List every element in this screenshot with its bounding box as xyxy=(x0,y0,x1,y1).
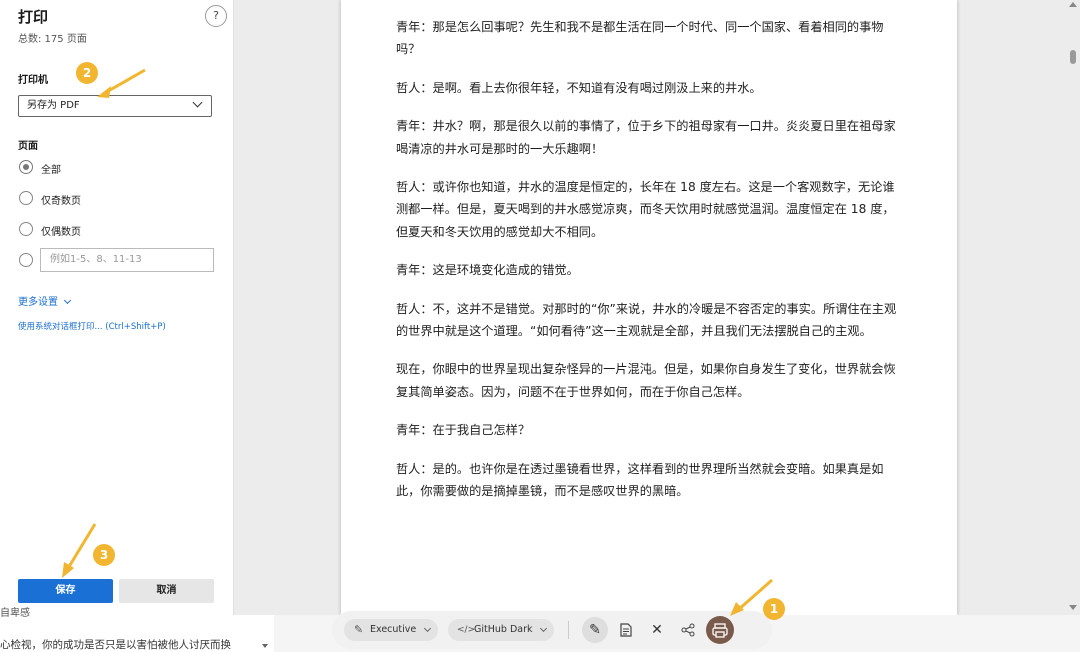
annotation-arrow-2 xyxy=(97,68,146,98)
preview-paragraph: 青年：井水？啊，那是很久以前的事情了，位于乡下的祖母家有一口井。炎炎夏日里在祖母… xyxy=(396,119,896,156)
pencil-icon[interactable]: ✎ xyxy=(582,617,608,643)
bottom-toolbar: ✎ Executive </> GitHub Dark ✎ ✕ xyxy=(332,611,772,649)
share-icon[interactable] xyxy=(675,617,701,643)
preview-paragraph: 哲人：不，这并不是错觉。对那时的“你”来说，井水的冷暖是不容否定的事实。所谓住在… xyxy=(396,301,897,338)
theme-select[interactable]: ✎ Executive xyxy=(344,619,438,641)
radio-all-label: 全部 xyxy=(41,165,61,176)
radio-odd[interactable] xyxy=(19,191,33,205)
printer-icon[interactable] xyxy=(706,616,734,644)
system-dialog-link[interactable]: 使用系统对话框打印... (Ctrl+Shift+P) xyxy=(18,320,166,332)
printer-select-value: 另存为 PDF xyxy=(27,100,80,111)
printer-label: 打印机 xyxy=(18,75,48,86)
cancel-button[interactable]: 取消 xyxy=(119,579,214,603)
document-icon[interactable] xyxy=(613,617,639,643)
preview-paragraph: 哲人：是的。也许你是在透过墨镜看世界，这样看到的世界理所当然就会变暗。如果真是如… xyxy=(396,461,884,498)
code-icon: </> xyxy=(457,625,476,635)
chevron-down-icon xyxy=(192,97,203,108)
preview-paragraph: 青年：这是环境变化造成的错觉。 xyxy=(396,263,579,278)
page-count: 总数: 175 页面 xyxy=(18,34,87,45)
preview-paragraph: 哲人：是啊。看上去你很年轻，不知道有没有喝过刚汲上来的井水。 xyxy=(396,80,762,95)
radio-even[interactable] xyxy=(19,222,33,236)
preview-paragraph: 青年：那是怎么回事呢？先生和我不是都生活在同一个时代、同一个国家、看着相同的事物… xyxy=(396,20,884,57)
radio-odd-label: 仅奇数页 xyxy=(41,196,81,207)
help-icon[interactable]: ? xyxy=(205,5,227,27)
annotation-arrow-1 xyxy=(730,578,773,616)
preview-text: 青年：那是怎么回事呢？先生和我不是都生活在同一个时代、同一个国家、看着相同的事物… xyxy=(396,0,904,518)
more-settings-link[interactable]: 更多设置 xyxy=(18,293,72,308)
preview-paragraph: 青年：在于我自己怎样？ xyxy=(396,423,531,438)
chevron-down-icon xyxy=(539,624,548,633)
pages-label: 页面 xyxy=(18,141,38,152)
page-range-input[interactable]: 例如1-5、8、11-13 xyxy=(40,248,214,272)
radio-even-label: 仅偶数页 xyxy=(41,227,81,238)
scrollbar-thumb[interactable] xyxy=(1070,50,1076,64)
radio-all[interactable] xyxy=(19,160,33,174)
close-icon[interactable]: ✕ xyxy=(644,617,670,643)
panel-title: 打印 xyxy=(18,8,49,26)
preview-paragraph: 现在，你眼中的世界呈现出复杂怪异的一片混沌。但是，如果你自身发生了变化，世界就会… xyxy=(396,362,896,399)
scroll-down-arrow[interactable] xyxy=(1069,605,1077,610)
underlying-text: 心检视，你的成功是否只是以害怕被他人讨厌而换 xyxy=(0,639,231,651)
divider xyxy=(568,621,569,639)
more-settings-label: 更多设置 xyxy=(18,297,58,308)
code-theme-select[interactable]: </> GitHub Dark xyxy=(448,619,554,641)
pen-icon: ✎ xyxy=(354,623,364,636)
preview-paragraph: 哲人：或许你也知道，井水的温度是恒定的，长年在 18 度左右。这是一个客观数字，… xyxy=(396,180,895,239)
annotation-arrow-3 xyxy=(62,523,97,578)
theme-select-label: Executive xyxy=(370,624,417,635)
scroll-up-arrow[interactable] xyxy=(1069,2,1077,7)
code-theme-label: GitHub Dark xyxy=(474,624,533,635)
underlying-heading: 自卑感 xyxy=(0,608,30,619)
save-button[interactable]: 保存 xyxy=(18,579,113,603)
chevron-down-icon xyxy=(64,296,72,305)
chevron-down-icon xyxy=(423,624,432,633)
chevron-down-icon[interactable] xyxy=(262,644,268,648)
print-preview-page: 青年：那是怎么回事呢？先生和我不是都生活在同一个时代、同一个国家、看着相同的事物… xyxy=(341,0,957,615)
radio-custom[interactable] xyxy=(19,253,33,267)
